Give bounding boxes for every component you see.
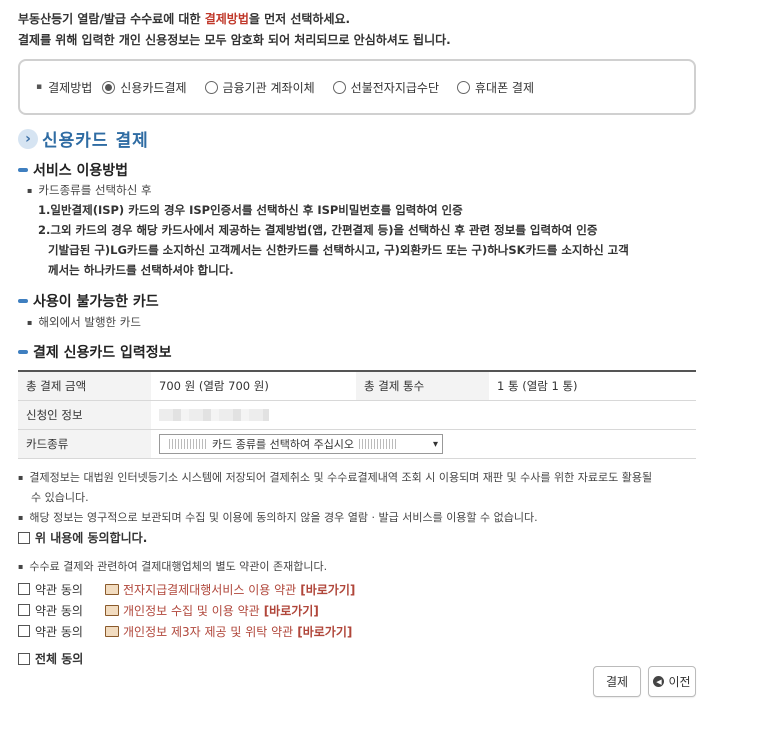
intro-line-1-pre: 부동산등기 열람/발급 수수료에 대한 bbox=[18, 12, 205, 26]
note-text: 결제정보는 대법원 인터넷등기소 시스템에 저장되어 결제취소 및 수수료결제내… bbox=[29, 471, 653, 484]
radio-unselected-icon[interactable] bbox=[204, 80, 218, 94]
note-storage-line-2: 수 있습니다. bbox=[31, 491, 89, 504]
usage-step-2-cont2: 께서는 하나카드를 선택하셔야 합니다. bbox=[48, 263, 234, 277]
term-agree-label: 약관 동의 bbox=[35, 583, 83, 597]
usage-step-2-cont: 기발급된 구)LG카드를 소지하신 고객께서는 신한카드를 선택하시고, 구)외… bbox=[48, 243, 629, 257]
chevron-right-icon: › bbox=[18, 128, 38, 149]
usage-step-1: 1.일반결제(ISP) 카드의 경우 ISP인증서를 선택하신 후 ISP비밀번… bbox=[38, 203, 463, 217]
redacted-applicant-info bbox=[159, 409, 269, 421]
term-name: 개인정보 수집 및 이용 약관 bbox=[122, 604, 260, 618]
term-name: 개인정보 제3자 제공 및 위탁 약관 bbox=[122, 625, 294, 639]
table-row: 카드종류 카드 종류를 선택하여 주십시오 ▾ bbox=[18, 430, 696, 459]
pay-button[interactable]: 결제 bbox=[593, 666, 641, 697]
table-row: 신청인 정보 bbox=[18, 401, 696, 430]
unavailable-title: 사용이 불가능한 카드 bbox=[33, 294, 159, 310]
agree-above-label: 위 내용에 동의합니다. bbox=[35, 531, 148, 545]
radio-credit-card[interactable]: 신용카드결제 bbox=[102, 79, 187, 96]
payment-page: 부동산등기 열람/발급 수수료에 대한 결제방법을 먼저 선택하세요. 결제를 … bbox=[0, 0, 758, 740]
radio-unselected-icon[interactable] bbox=[457, 80, 470, 94]
unavailable-bullet: 해외에서 발행한 카드 bbox=[27, 314, 141, 330]
intro-line-1: 부동산등기 열람/발급 수수료에 대한 결제방법을 먼저 선택하세요. bbox=[18, 9, 451, 30]
total-amount-value: 700 원 (열람 700 원) bbox=[159, 379, 269, 393]
payment-method-box: ▪ 결제방법 신용카드결제 금융기관 계좌이체 선불전자지급수단 휴대폰 결제 bbox=[18, 59, 696, 115]
checkbox[interactable] bbox=[18, 603, 30, 616]
book-icon bbox=[104, 626, 119, 637]
term-agree-label: 약관 동의 bbox=[35, 604, 83, 618]
term-agree-label: 약관 동의 bbox=[35, 625, 83, 639]
heading-bar-icon bbox=[18, 299, 28, 303]
total-count-value: 1 통 (열람 1 통) bbox=[497, 379, 578, 393]
note-retention: ▪ 해당 정보는 영구적으로 보관되며 수집 및 이용에 동의하지 않을 경우 열… bbox=[18, 508, 538, 528]
checkbox[interactable] bbox=[18, 531, 30, 544]
table-row: 총 결제 금액 700 원 (열람 700 원) 총 결제 통수 1 통 (열람… bbox=[18, 372, 696, 401]
bullet-icon: ▪ bbox=[18, 562, 24, 571]
term-row-privacy: 약관 동의 개인정보 수집 및 이용 약관 [바로가기] bbox=[18, 602, 319, 619]
prev-button[interactable]: ◀ 이전 bbox=[648, 666, 696, 697]
heading-bar-icon bbox=[18, 168, 28, 172]
usage-title: 서비스 이용방법 bbox=[33, 163, 129, 179]
note-terms-exist: ▪ 수수료 결제와 관련하여 결제대행업체의 별도 약관이 존재합니다. bbox=[18, 557, 327, 577]
section-title: › 신용카드 결제 bbox=[18, 126, 149, 151]
radio-bank-transfer[interactable]: 금융기관 계좌이체 bbox=[204, 79, 315, 96]
radio-label: 선불전자지급수단 bbox=[350, 80, 439, 95]
checkbox[interactable] bbox=[18, 652, 30, 665]
heading-bar-icon bbox=[18, 350, 28, 354]
radio-label: 휴대폰 결제 bbox=[475, 80, 535, 95]
section-title-text: 신용카드 결제 bbox=[42, 131, 149, 151]
usage-step-2: 2.그외 카드의 경우 해당 카드사에서 제공하는 결제방법(앱, 간편결제 등… bbox=[38, 223, 598, 237]
radio-label: 금융기관 계좌이체 bbox=[222, 80, 315, 95]
usage-heading: 서비스 이용방법 bbox=[18, 160, 128, 180]
chevron-down-icon[interactable]: ▾ bbox=[433, 439, 438, 450]
usage-bullet: 카드종류를 선택하신 후 bbox=[27, 182, 151, 198]
bullet-icon: ▪ bbox=[18, 513, 24, 522]
prev-button-label: 이전 bbox=[668, 675, 691, 689]
checkbox[interactable] bbox=[18, 624, 30, 637]
note-storage: ▪ 결제정보는 대법원 인터넷등기소 시스템에 저장되어 결제취소 및 수수료결제… bbox=[18, 468, 652, 507]
intro-text: 부동산등기 열람/발급 수수료에 대한 결제방법을 먼저 선택하세요. 결제를 … bbox=[18, 9, 451, 51]
intro-highlight: 결제방법 bbox=[204, 12, 249, 26]
note-text: 해당 정보는 영구적으로 보관되며 수집 및 이용에 동의하지 않을 경우 열람… bbox=[29, 511, 538, 524]
payment-info-table: 총 결제 금액 700 원 (열람 700 원) 총 결제 통수 1 통 (열람… bbox=[18, 370, 696, 459]
card-type-label: 카드종류 bbox=[18, 430, 151, 458]
payment-method-label: 결제방법 bbox=[48, 80, 93, 95]
intro-line-2: 결제를 위해 입력한 개인 신용정보는 모두 암호화 되어 처리되므로 안심하셔… bbox=[18, 33, 451, 47]
term-link[interactable]: [바로가기] bbox=[297, 623, 352, 640]
input-info-heading: 결제 신용카드 입력정보 bbox=[18, 342, 172, 362]
note-storage-line-1: ▪ 결제정보는 대법원 인터넷등기소 시스템에 저장되어 결제취소 및 수수료결제… bbox=[18, 468, 652, 488]
book-icon bbox=[104, 584, 119, 595]
intro-line-1-post: 을 먼저 선택하세요. bbox=[248, 12, 351, 26]
radio-unselected-icon[interactable] bbox=[332, 80, 346, 94]
radio-label: 신용카드결제 bbox=[120, 80, 187, 95]
select-dots-icon bbox=[359, 439, 398, 449]
applicant-value bbox=[151, 401, 696, 429]
term-link[interactable]: [바로가기] bbox=[264, 602, 319, 619]
term-link[interactable]: [바로가기] bbox=[300, 581, 355, 598]
bullet-icon: ▪ bbox=[18, 473, 24, 482]
note-text: 수수료 결제와 관련하여 결제대행업체의 별도 약관이 존재합니다. bbox=[29, 560, 328, 573]
card-type-select-value: 카드 종류를 선택하여 주십시오 bbox=[212, 438, 355, 451]
radio-selected-icon[interactable] bbox=[102, 80, 116, 94]
radio-mobile[interactable]: 휴대폰 결제 bbox=[457, 79, 534, 96]
applicant-label: 신청인 정보 bbox=[18, 401, 151, 429]
term-name: 전자지급결제대행서비스 이용 약관 bbox=[122, 583, 297, 597]
total-count-label: 총 결제 통수 bbox=[356, 372, 489, 400]
total-amount-label: 총 결제 금액 bbox=[18, 372, 151, 400]
radio-prepaid[interactable]: 선불전자지급수단 bbox=[332, 79, 439, 96]
agree-all-label: 전체 동의 bbox=[35, 652, 84, 666]
term-row-third-party: 약관 동의 개인정보 제3자 제공 및 위탁 약관 [바로가기] bbox=[18, 623, 352, 640]
agree-above[interactable]: 위 내용에 동의합니다. bbox=[18, 529, 147, 546]
book-icon bbox=[104, 605, 119, 616]
card-type-select[interactable]: 카드 종류를 선택하여 주십시오 ▾ bbox=[159, 434, 443, 454]
unavailable-heading: 사용이 불가능한 카드 bbox=[18, 291, 159, 311]
card-type-cell: 카드 종류를 선택하여 주십시오 ▾ bbox=[151, 430, 696, 458]
term-row-payment: 약관 동의 전자지급결제대행서비스 이용 약관 [바로가기] bbox=[18, 581, 355, 598]
input-info-title: 결제 신용카드 입력정보 bbox=[33, 345, 172, 361]
back-arrow-icon: ◀ bbox=[653, 676, 665, 687]
bullet-icon: ▪ bbox=[36, 82, 43, 92]
agree-all[interactable]: 전체 동의 bbox=[18, 650, 83, 667]
checkbox[interactable] bbox=[18, 582, 30, 595]
select-dots-icon bbox=[169, 439, 207, 449]
